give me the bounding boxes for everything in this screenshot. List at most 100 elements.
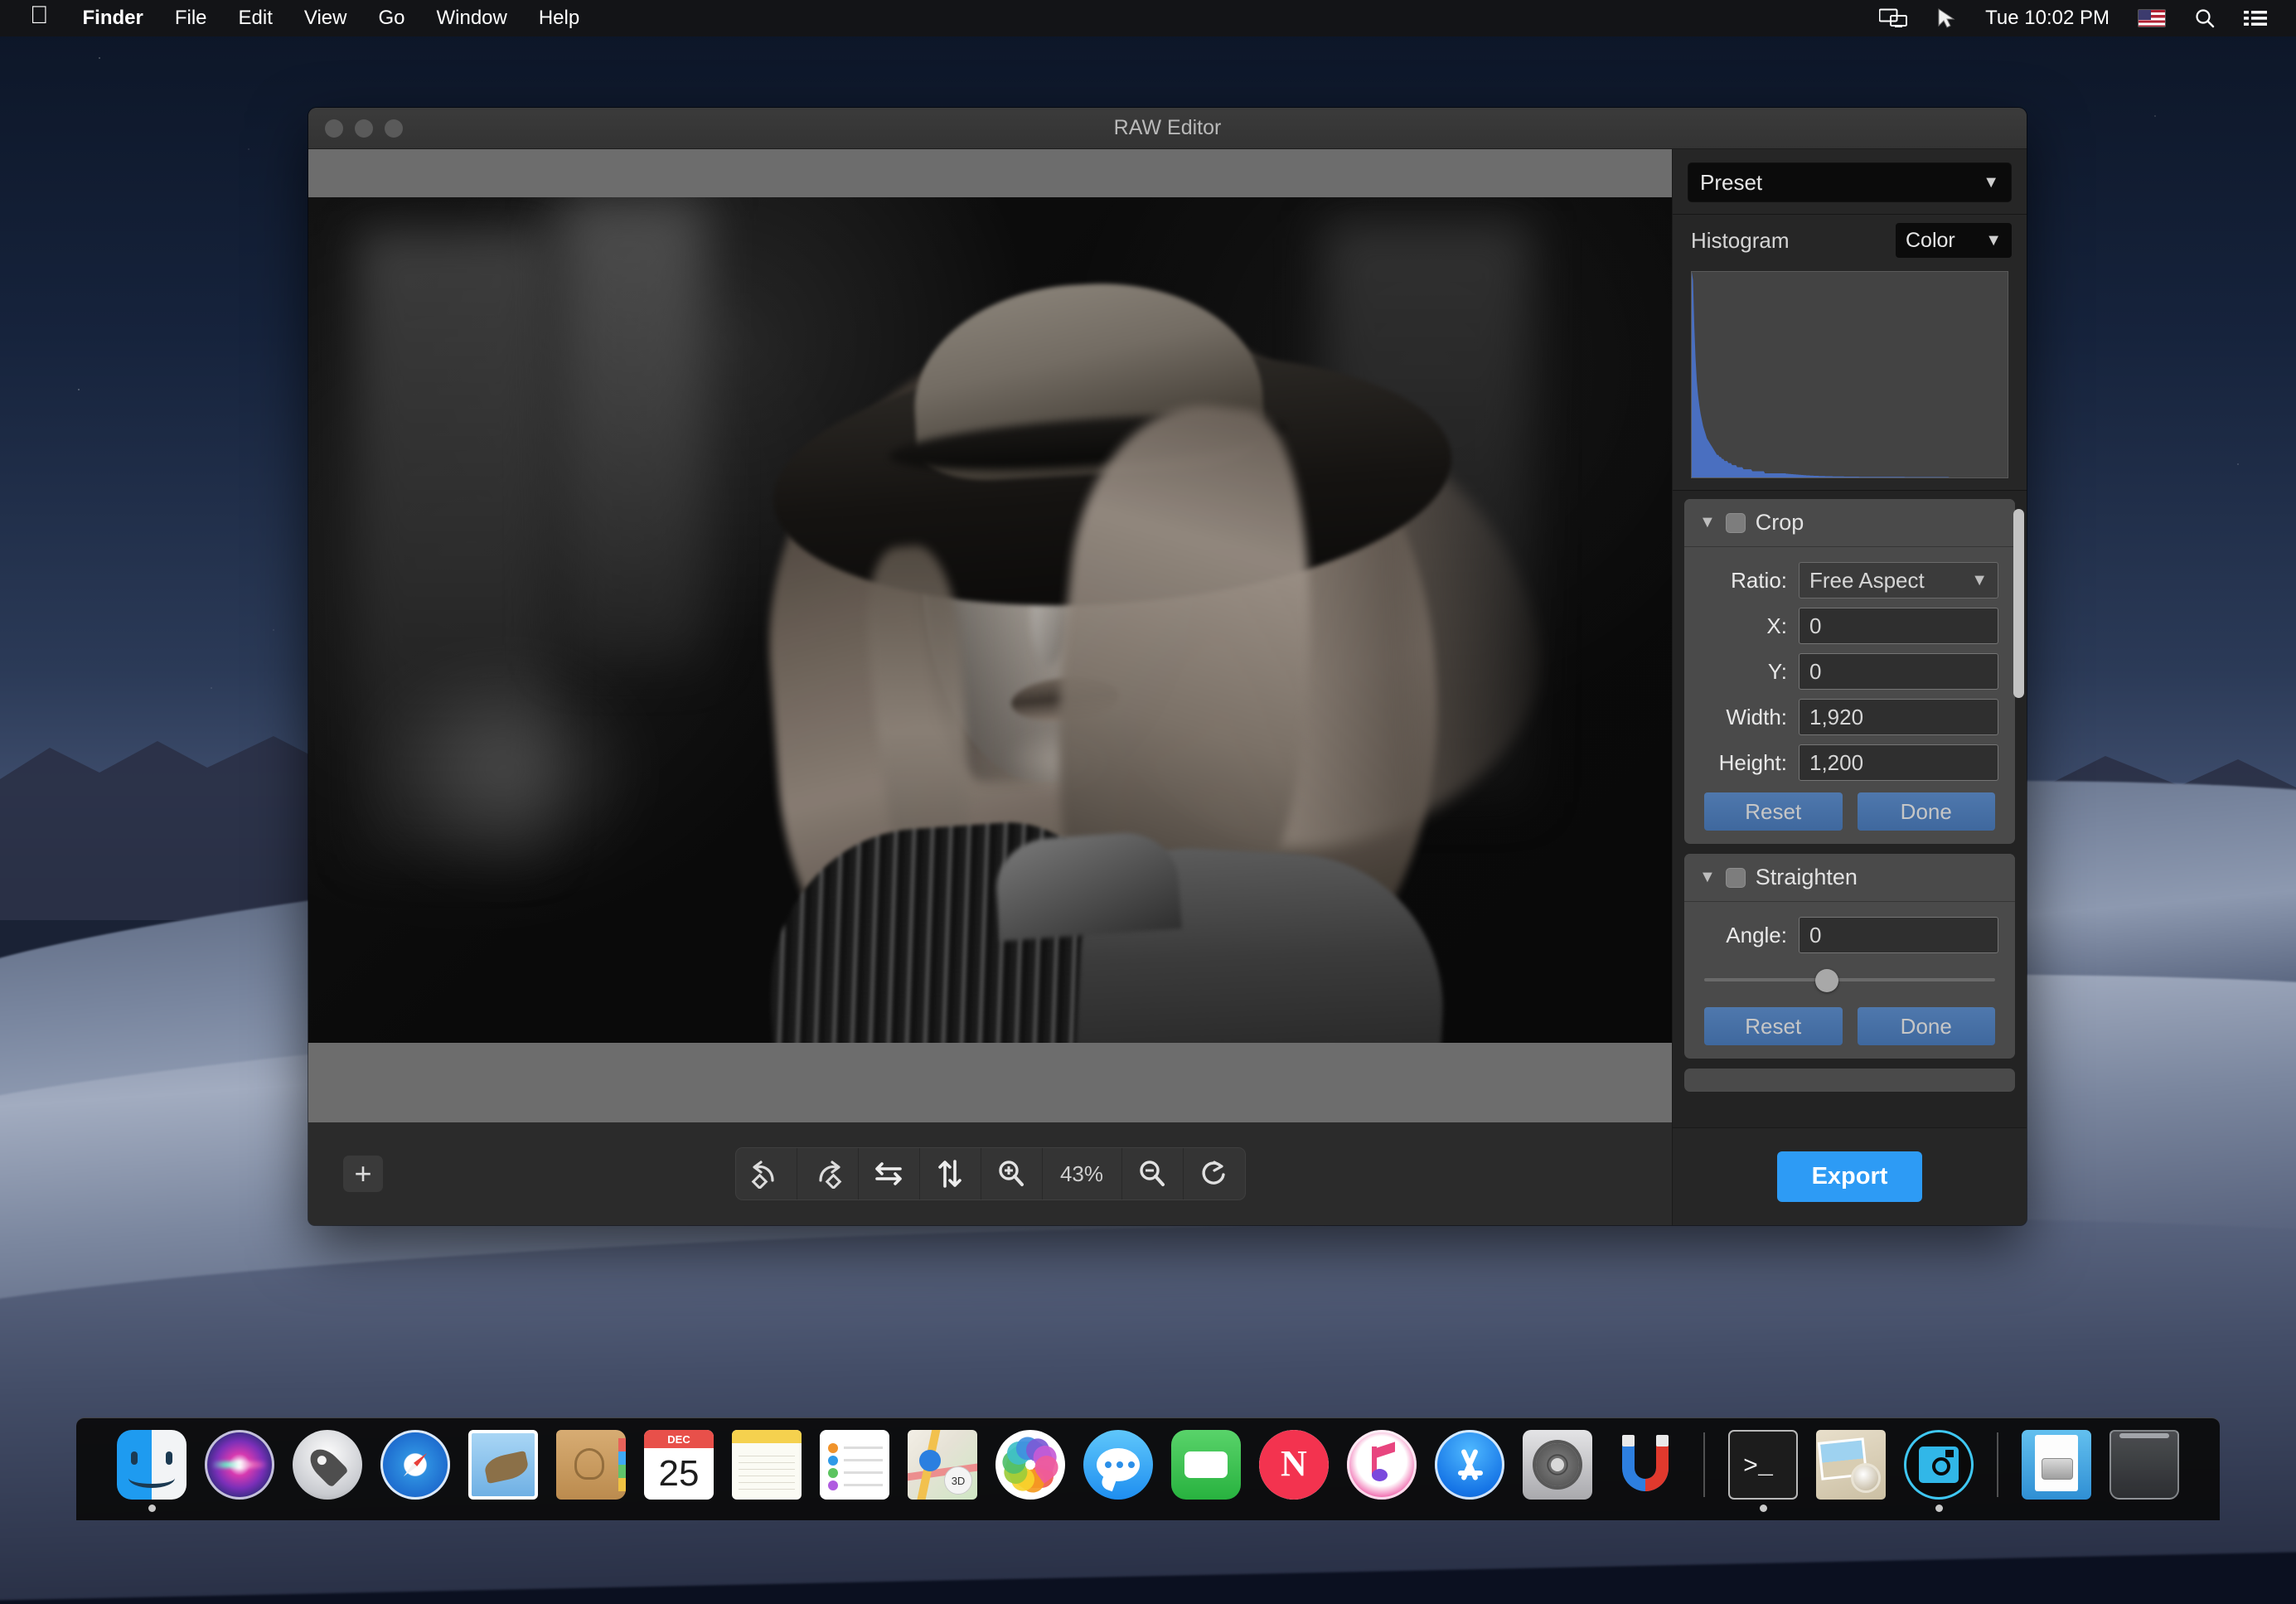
disclosure-triangle-icon[interactable]: ▼	[1699, 513, 1716, 532]
crop-y-input[interactable]: 0	[1799, 653, 1998, 690]
zoom-out-icon[interactable]	[1122, 1148, 1184, 1199]
apple-logo-icon[interactable]: 	[15, 3, 67, 33]
dock-item-safari[interactable]	[377, 1426, 453, 1512]
histogram-chart	[1691, 271, 2008, 478]
dock-item-calendar[interactable]: DEC 25	[641, 1426, 717, 1512]
raw-editor-icon	[1904, 1430, 1974, 1500]
zoom-in-icon[interactable]	[981, 1148, 1043, 1199]
messages-icon	[1083, 1430, 1153, 1500]
image-canvas[interactable]	[308, 149, 1672, 1122]
notes-icon	[732, 1430, 802, 1500]
zoom-level-label[interactable]: 43%	[1043, 1148, 1122, 1199]
crop-width-label: Width:	[1701, 705, 1799, 730]
calendar-day: 25	[644, 1448, 714, 1500]
menu-item-window[interactable]: Window	[420, 7, 522, 30]
terminal-icon: >_	[1728, 1430, 1798, 1500]
system-preferences-icon	[1523, 1430, 1592, 1500]
dock-item-raw-editor[interactable]	[1901, 1426, 1977, 1512]
window-title: RAW Editor	[308, 116, 2027, 140]
dock-item-news[interactable]: N	[1256, 1426, 1332, 1512]
photo-background-blur	[557, 197, 706, 661]
magnet-icon	[1611, 1430, 1680, 1500]
crop-section-header[interactable]: ▼ Crop	[1684, 499, 2015, 547]
dock-item-launchpad[interactable]	[289, 1426, 366, 1512]
crop-width-input[interactable]: 1,920	[1799, 699, 1998, 735]
dock-item-itunes[interactable]	[1344, 1426, 1420, 1512]
straighten-enable-checkbox[interactable]	[1726, 868, 1746, 888]
rotate-right-icon[interactable]	[797, 1148, 859, 1199]
crop-ratio-dropdown[interactable]: Free Aspect ▼	[1799, 562, 1998, 598]
crop-height-input[interactable]: 1,200	[1799, 744, 1998, 781]
straighten-angle-input[interactable]: 0	[1799, 917, 1998, 953]
spotlight-search-icon[interactable]	[2180, 7, 2230, 29]
disclosure-triangle-icon[interactable]: ▼	[1699, 868, 1716, 887]
contacts-icon	[556, 1430, 626, 1500]
reset-view-icon[interactable]	[1184, 1148, 1245, 1199]
dock-item-messages[interactable]	[1080, 1426, 1156, 1512]
dock-item-siri[interactable]	[201, 1426, 278, 1512]
dock-item-photos[interactable]	[992, 1426, 1068, 1512]
crop-x-input[interactable]: 0	[1799, 608, 1998, 644]
dock-item-downloads[interactable]	[2018, 1426, 2095, 1512]
facetime-icon	[1171, 1430, 1241, 1500]
dock-separator	[1997, 1432, 1998, 1497]
dock-item-app-store[interactable]	[1431, 1426, 1508, 1512]
control-center-icon[interactable]	[2230, 9, 2281, 27]
menu-item-view[interactable]: View	[288, 7, 363, 30]
crop-y-row: Y: 0	[1701, 653, 1998, 690]
app-store-icon	[1435, 1430, 1504, 1500]
straighten-done-button[interactable]: Done	[1858, 1007, 1996, 1045]
menu-bar-clock[interactable]: Tue 10:02 PM	[1971, 7, 2124, 30]
slider-knob[interactable]	[1815, 969, 1838, 992]
menu-item-go[interactable]: Go	[362, 7, 420, 30]
menu-item-finder[interactable]: Finder	[67, 7, 159, 30]
chevron-down-icon: ▼	[1971, 571, 1988, 590]
export-button[interactable]: Export	[1777, 1151, 1923, 1202]
menu-item-file[interactable]: File	[159, 7, 223, 30]
straighten-angle-slider[interactable]	[1701, 962, 1998, 996]
edited-photo[interactable]	[308, 197, 1672, 1043]
dock-item-contacts[interactable]	[553, 1426, 629, 1512]
flip-vertical-icon[interactable]	[920, 1148, 981, 1199]
us-flag-icon[interactable]	[2124, 9, 2180, 27]
preset-dropdown[interactable]: Preset ▼	[1688, 162, 2012, 202]
crop-width-row: Width: 1,920	[1701, 699, 1998, 735]
screen-mirroring-icon[interactable]	[1865, 8, 1921, 28]
menu-item-help[interactable]: Help	[523, 7, 595, 30]
crop-done-button[interactable]: Done	[1858, 792, 1996, 831]
crop-section-body: Ratio: Free Aspect ▼ X: 0 Y: 0	[1684, 547, 2015, 844]
menu-item-edit[interactable]: Edit	[223, 7, 288, 30]
histogram-mode-dropdown[interactable]: Color ▼	[1896, 223, 2012, 258]
finder-icon	[117, 1430, 186, 1500]
dock-item-finder[interactable]	[114, 1426, 190, 1512]
flip-horizontal-icon[interactable]	[859, 1148, 920, 1199]
straighten-section-header[interactable]: ▼ Straighten	[1684, 854, 2015, 902]
crop-reset-button[interactable]: Reset	[1704, 792, 1843, 831]
crop-ratio-label: Ratio:	[1701, 568, 1799, 594]
crop-x-row: X: 0	[1701, 608, 1998, 644]
dock-item-terminal[interactable]: >_	[1725, 1426, 1801, 1512]
dock-item-maps[interactable]: 3D	[904, 1426, 981, 1512]
next-section-partial[interactable]	[1684, 1069, 2015, 1092]
window-titlebar[interactable]: RAW Editor	[308, 108, 2027, 149]
dock-item-mail[interactable]	[465, 1426, 541, 1512]
dock-item-facetime[interactable]	[1168, 1426, 1244, 1512]
crop-enable-checkbox[interactable]	[1726, 513, 1746, 533]
panel-scroll-area[interactable]: ▼ Crop Ratio: Free Aspect ▼	[1673, 490, 2027, 1127]
dock-item-system-preferences[interactable]	[1519, 1426, 1596, 1512]
panel-scrollbar[interactable]	[2013, 509, 2024, 698]
add-image-button[interactable]: +	[343, 1156, 383, 1192]
straighten-buttons: Reset Done	[1701, 1007, 1998, 1045]
dock-item-reminders[interactable]	[816, 1426, 893, 1512]
pointer-cursor-icon[interactable]	[1921, 7, 1971, 29]
straighten-reset-button[interactable]: Reset	[1704, 1007, 1843, 1045]
preview-icon	[1816, 1430, 1886, 1500]
news-icon: N	[1259, 1430, 1329, 1500]
dock-item-magnet[interactable]	[1607, 1426, 1683, 1512]
dock-item-notes[interactable]	[729, 1426, 805, 1512]
dock-item-preview[interactable]	[1813, 1426, 1889, 1512]
dock-item-trash[interactable]	[2106, 1426, 2182, 1512]
rotate-left-icon[interactable]	[736, 1148, 797, 1199]
crop-ratio-row: Ratio: Free Aspect ▼	[1701, 562, 1998, 598]
calendar-month: DEC	[644, 1430, 714, 1448]
